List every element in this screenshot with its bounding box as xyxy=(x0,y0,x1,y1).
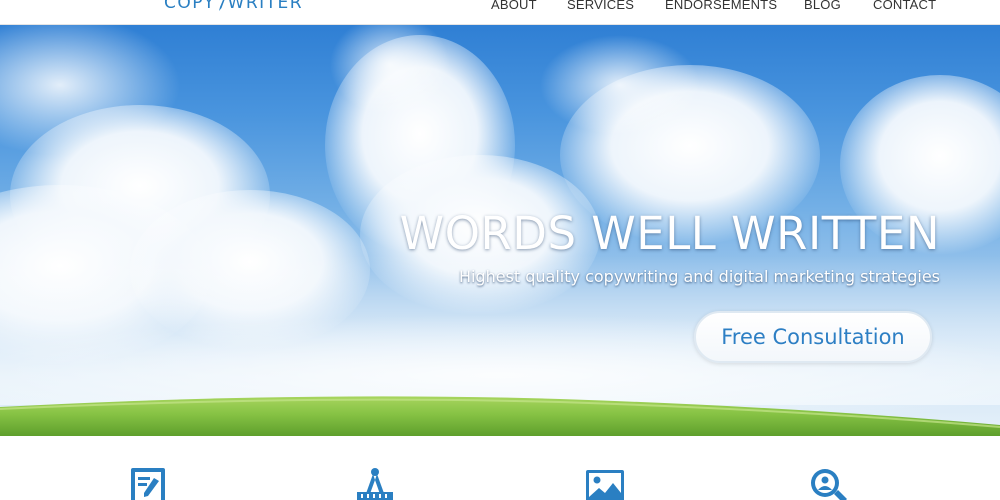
nav-about[interactable]: ABOUT xyxy=(491,0,537,12)
logo-text-writer: WRITER xyxy=(227,0,304,13)
blueprint-compass-icon[interactable] xyxy=(355,466,395,500)
quill-icon xyxy=(218,0,225,11)
nav-contact[interactable]: CONTACT xyxy=(873,0,936,12)
free-consultation-button[interactable]: Free Consultation xyxy=(694,311,932,363)
hero-subtitle: Highest quality copywriting and digital … xyxy=(458,267,940,286)
logo-text-copy: COPY xyxy=(164,0,216,13)
site-header: COPY WRITER ABOUT SERVICES ENDORSEMENTS … xyxy=(0,0,1000,25)
nav-endorsements[interactable]: ENDORSEMENTS xyxy=(665,0,777,12)
hero-title: WORDS WELL WRITTEN xyxy=(399,207,940,260)
document-edit-icon[interactable] xyxy=(128,466,168,500)
nav-services[interactable]: SERVICES xyxy=(567,0,634,12)
image-icon[interactable] xyxy=(585,466,625,500)
logo[interactable]: COPY WRITER xyxy=(164,0,303,16)
features-row xyxy=(0,436,1000,500)
search-user-icon[interactable] xyxy=(808,466,848,500)
hero-banner: WORDS WELL WRITTEN Highest quality copyw… xyxy=(0,25,1000,436)
nav-blog[interactable]: BLOG xyxy=(804,0,841,12)
